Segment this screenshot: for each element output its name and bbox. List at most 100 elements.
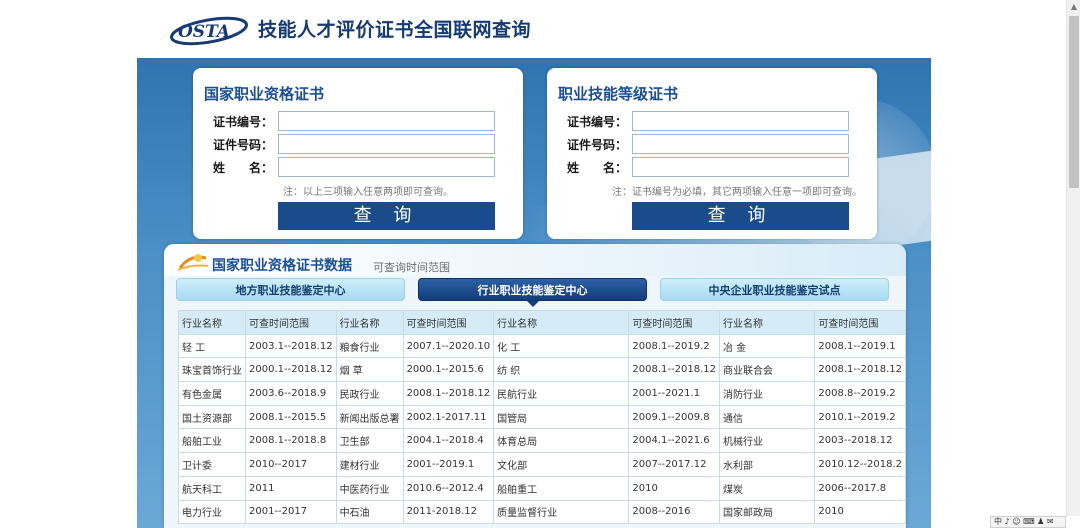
- industry-name-cell: 船舶工业: [178, 428, 246, 454]
- table-row: 卫计委 2010--2017 建材行业 2001--2019.1 文化部 2007--20…: [178, 452, 906, 477]
- id-no-label: 证件号码：: [212, 138, 273, 152]
- query-button[interactable]: 查 询: [632, 202, 849, 230]
- industry-name-cell: 煤炭: [718, 475, 816, 501]
- time-range-cell: 2008.1--2018.8: [245, 428, 337, 454]
- industry-name-cell: 通信: [718, 404, 816, 430]
- time-range-cell: 2008.1--2018.12: [814, 357, 906, 383]
- time-range-cell: 2008--2016: [628, 499, 720, 525]
- industry-name-cell: 建材行业: [335, 452, 404, 477]
- industry-name-cell: 卫生部: [335, 428, 404, 454]
- industry-name-cell: 质量监督行业: [493, 499, 630, 525]
- tab-industry-center[interactable]: 行业职业技能鉴定中心: [418, 278, 647, 301]
- industry-name-cell: 电力行业: [178, 499, 246, 525]
- time-range-cell: 2008.1--2015.5: [245, 404, 337, 430]
- time-range-cell: 2002.1-2017.11: [402, 404, 495, 430]
- ime-toolbar[interactable]: 中 ♪ ☺ ⌨ ♟ ✉: [990, 516, 1066, 528]
- time-range-cell: 2010: [628, 475, 720, 501]
- time-range-cell: 2003.1--2018.12: [245, 333, 337, 359]
- scroll-thumb[interactable]: [1069, 16, 1079, 188]
- time-range-cell: 2008.1--2018.12: [628, 357, 720, 383]
- time-range-cell: 2008.1--2019.2: [628, 333, 720, 359]
- name-input[interactable]: [278, 157, 495, 177]
- id-no-input[interactable]: [278, 134, 495, 154]
- time-range-cell: 2009.1--2009.8: [628, 404, 720, 430]
- time-range-cell: 2001--2021.1: [628, 381, 720, 406]
- industry-name-cell: 纺 织: [493, 357, 630, 383]
- industry-name-cell: 国家邮政局: [718, 499, 816, 525]
- industry-name-cell: 新闻出版总署: [335, 404, 404, 430]
- time-range-cell: 2006--2017.8: [814, 475, 906, 501]
- cert-no-input[interactable]: [632, 111, 849, 131]
- scroll-up-arrow-icon[interactable]: ▲: [1067, 0, 1080, 14]
- panel-title: 职业技能等级证书: [558, 85, 679, 103]
- industry-name-cell: 民航行业: [493, 381, 630, 406]
- name-input[interactable]: [632, 157, 849, 177]
- industry-name-cell: 民政行业: [335, 381, 404, 406]
- industry-name-cell: 航天科工: [178, 475, 246, 501]
- panel-title: 国家职业资格证书: [204, 85, 325, 103]
- time-range-cell: 2001--2019.1: [402, 452, 495, 477]
- time-range-cell: 2000.1--2018.12: [245, 357, 337, 383]
- industry-name-cell: 船舶重工: [493, 475, 630, 501]
- time-range-cell: 2007--2017.12: [628, 452, 720, 477]
- certificate-data-section: 国家职业资格证书数据 可查询时间范围 地方职业技能鉴定中心 行业职业技能鉴定中心…: [164, 244, 906, 528]
- section-title: 国家职业资格证书数据: [212, 258, 352, 274]
- column-header: 可查时间范围: [814, 310, 906, 335]
- query-note: 注：以上三项输入任意两项即可查询。: [283, 187, 453, 198]
- industry-name-cell: 中石油: [335, 499, 404, 525]
- tab-local-center[interactable]: 地方职业技能鉴定中心: [176, 278, 405, 301]
- industry-name-cell: 国土资源部: [178, 404, 246, 430]
- industry-name-cell: 粮食行业: [335, 333, 404, 359]
- skill-level-panel: 职业技能等级证书 证书编号： 证件号码： 姓 名： 注：证书编号为必填，其它两项…: [547, 68, 877, 239]
- time-range-cell: 2008.8--2019.2: [814, 381, 906, 406]
- industry-name-cell: 轻 工: [178, 333, 246, 359]
- osta-logo[interactable]: OSTA: [168, 12, 250, 46]
- id-no-label: 证件号码：: [566, 138, 627, 152]
- time-range-cell: 2003.6--2018.9: [245, 381, 337, 406]
- time-range-cell: 2010.6--2012.4: [402, 475, 495, 501]
- time-range-cell: 2008.1--2019.1: [814, 333, 906, 359]
- certificate-icon: [177, 254, 209, 271]
- query-button[interactable]: 查 询: [278, 202, 495, 230]
- industry-name-cell: 国管局: [493, 404, 630, 430]
- time-range-cell: 2000.1--2015.6: [402, 357, 495, 383]
- table-row: 轻 工 2003.1--2018.12 粮食行业 2007.1--2020.10 化 工…: [178, 333, 906, 359]
- time-range-cell: 2003--2018.12: [814, 428, 906, 454]
- column-header: 可查时间范围: [245, 310, 337, 335]
- table-row: 国土资源部 2008.1--2015.5 新闻出版总署 2002.1-2017.11 国…: [178, 404, 906, 430]
- column-header: 可查时间范围: [628, 310, 720, 335]
- time-range-cell: 2007.1--2020.10: [402, 333, 495, 359]
- industry-name-cell: 化 工: [493, 333, 630, 359]
- cert-no-input[interactable]: [278, 111, 495, 131]
- time-range-cell: 2004.1--2018.4: [402, 428, 495, 454]
- column-header: 行业名称: [493, 310, 630, 335]
- industry-name-cell: 商业联合会: [718, 357, 816, 383]
- time-range-cell: 2011-2018.12: [402, 499, 495, 525]
- section-subtitle: 可查询时间范围: [373, 261, 450, 274]
- table-row: 珠宝首饰行业 2000.1--2018.12 烟 草 2000.1--2015.6 纺 …: [178, 357, 906, 383]
- logo-text: OSTA: [178, 22, 230, 42]
- table-row: 电力行业 2001--2017 中石油 2011-2018.12 质量监督行业 2008-…: [178, 499, 906, 525]
- time-range-cell: 2008.1--2018.12: [402, 381, 495, 406]
- time-range-cell: 2010.1--2019.2: [814, 404, 906, 430]
- column-header: 可查时间范围: [402, 310, 495, 335]
- site-title: 技能人才评价证书全国联网查询: [258, 19, 532, 41]
- industry-name-cell: 水利部: [718, 452, 816, 477]
- industry-name-cell: 冶 金: [718, 333, 816, 359]
- column-header: 行业名称: [335, 310, 404, 335]
- industry-name-cell: 中医药行业: [335, 475, 404, 501]
- name-label: 姓 名：: [566, 161, 627, 175]
- industry-name-cell: 消防行业: [718, 381, 816, 406]
- industry-name-cell: 机械行业: [718, 428, 816, 454]
- table-row: 航天科工 2011 中医药行业 2010.6--2012.4 船舶重工 2010 煤炭 200…: [178, 475, 906, 501]
- id-no-input[interactable]: [632, 134, 849, 154]
- section-header: 国家职业资格证书数据 可查询时间范围: [164, 244, 906, 276]
- tab-central-enterprise[interactable]: 中央企业职业技能鉴定试点: [660, 278, 889, 301]
- time-range-cell: 2010: [814, 499, 906, 525]
- industry-name-cell: 文化部: [493, 452, 630, 477]
- cert-no-label: 证书编号：: [212, 115, 273, 129]
- table-header-row: 行业名称 可查时间范围 行业名称 可查时间范围 行业名称 可查时间范围 行业名称 可查时间范围: [178, 310, 906, 335]
- industry-name-cell: 有色金属: [178, 381, 246, 406]
- vertical-scrollbar[interactable]: ▲: [1066, 0, 1080, 516]
- page: OSTA 技能人才评价证书全国联网查询 国家职业资格证书 证书编号： 证件号码：…: [0, 0, 1080, 528]
